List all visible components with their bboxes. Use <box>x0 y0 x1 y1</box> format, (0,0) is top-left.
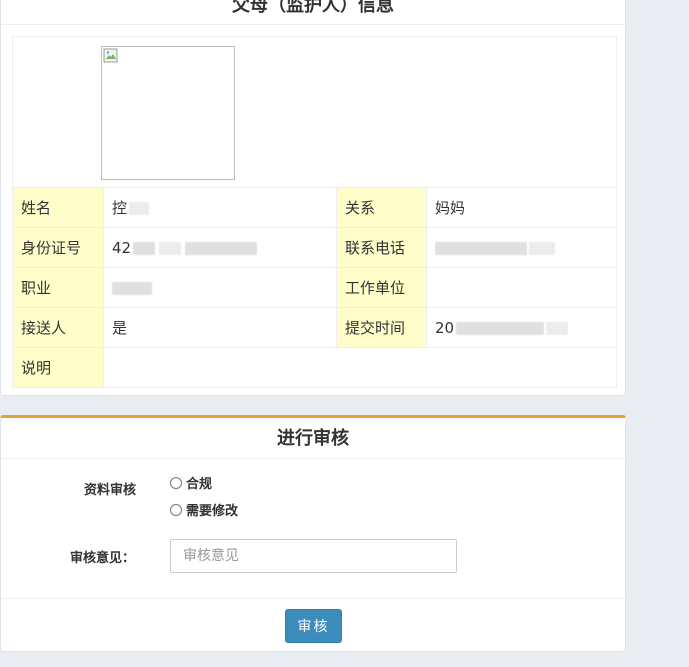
radio-needs-revision-label: 需要修改 <box>186 504 239 519</box>
id-text: 42 <box>112 238 132 257</box>
employer-value <box>426 267 617 308</box>
guardian-panel-title: 父母（监护人）信息 <box>232 0 394 16</box>
broken-image-icon <box>103 48 118 63</box>
redacted-mask <box>546 321 569 335</box>
guardian-info-panel: 父母（监护人）信息 姓名 控 关系 妈妈 身份证号 42 联系电话 职业 工作单… <box>0 0 626 396</box>
redacted-mask <box>529 241 555 255</box>
submit-time-value: 20 <box>426 307 617 348</box>
redacted-mask <box>456 321 545 335</box>
redacted-mask <box>159 241 182 255</box>
name-label: 姓名 <box>12 187 104 228</box>
redacted-mask <box>112 281 152 295</box>
review-panel-title: 进行审核 <box>277 428 349 449</box>
redacted-mask <box>185 241 258 255</box>
opinion-label: 审核意见： <box>70 551 136 566</box>
radio-compliant-label: 合规 <box>186 477 213 492</box>
table-row: 姓名 控 关系 妈妈 <box>12 187 617 228</box>
redacted-mask <box>435 241 527 255</box>
id-value: 42 <box>103 227 337 268</box>
radio-button[interactable] <box>170 476 182 489</box>
opinion-input[interactable] <box>170 539 457 573</box>
submit-time-text: 20 <box>435 318 455 337</box>
note-label: 说明 <box>12 347 104 388</box>
job-value <box>103 267 337 308</box>
review-panel: 进行审核 资料审核 合规 需要修改 审核意见： 审核 <box>0 415 626 652</box>
table-row: 说明 <box>12 347 617 388</box>
redacted-mask <box>133 241 156 255</box>
job-label: 职业 <box>12 267 104 308</box>
pickup-label: 接送人 <box>12 307 104 348</box>
radio-button[interactable] <box>170 503 182 516</box>
note-value <box>103 347 617 388</box>
id-label: 身份证号 <box>12 227 104 268</box>
name-value: 控 <box>103 187 337 228</box>
name-text: 控 <box>112 199 128 217</box>
phone-label: 联系电话 <box>336 227 427 268</box>
footer-divider <box>1 598 625 599</box>
redacted-mask <box>129 202 150 215</box>
radio-needs-revision[interactable]: 需要修改 <box>170 500 238 519</box>
photo-cell <box>12 36 617 188</box>
employer-label: 工作单位 <box>336 267 427 308</box>
phone-value <box>426 227 617 268</box>
relation-value: 妈妈 <box>426 187 617 228</box>
table-row: 身份证号 42 联系电话 <box>12 227 617 268</box>
guardian-info-table: 姓名 控 关系 妈妈 身份证号 42 联系电话 职业 工作单位 接送人 是 提交… <box>12 36 617 388</box>
relation-label: 关系 <box>336 187 427 228</box>
submit-time-label: 提交时间 <box>336 307 427 348</box>
review-submit-button[interactable]: 审核 <box>285 609 342 643</box>
photo-row <box>12 36 617 188</box>
pickup-value: 是 <box>103 307 337 348</box>
review-panel-header: 进行审核 <box>1 418 625 459</box>
guardian-panel-header: 父母（监护人）信息 <box>1 0 625 25</box>
guardian-photo <box>101 46 235 180</box>
radio-compliant[interactable]: 合规 <box>170 473 212 492</box>
table-row: 职业 工作单位 <box>12 267 617 308</box>
review-label: 资料审核 <box>84 483 137 498</box>
table-row: 接送人 是 提交时间 20 <box>12 307 617 348</box>
